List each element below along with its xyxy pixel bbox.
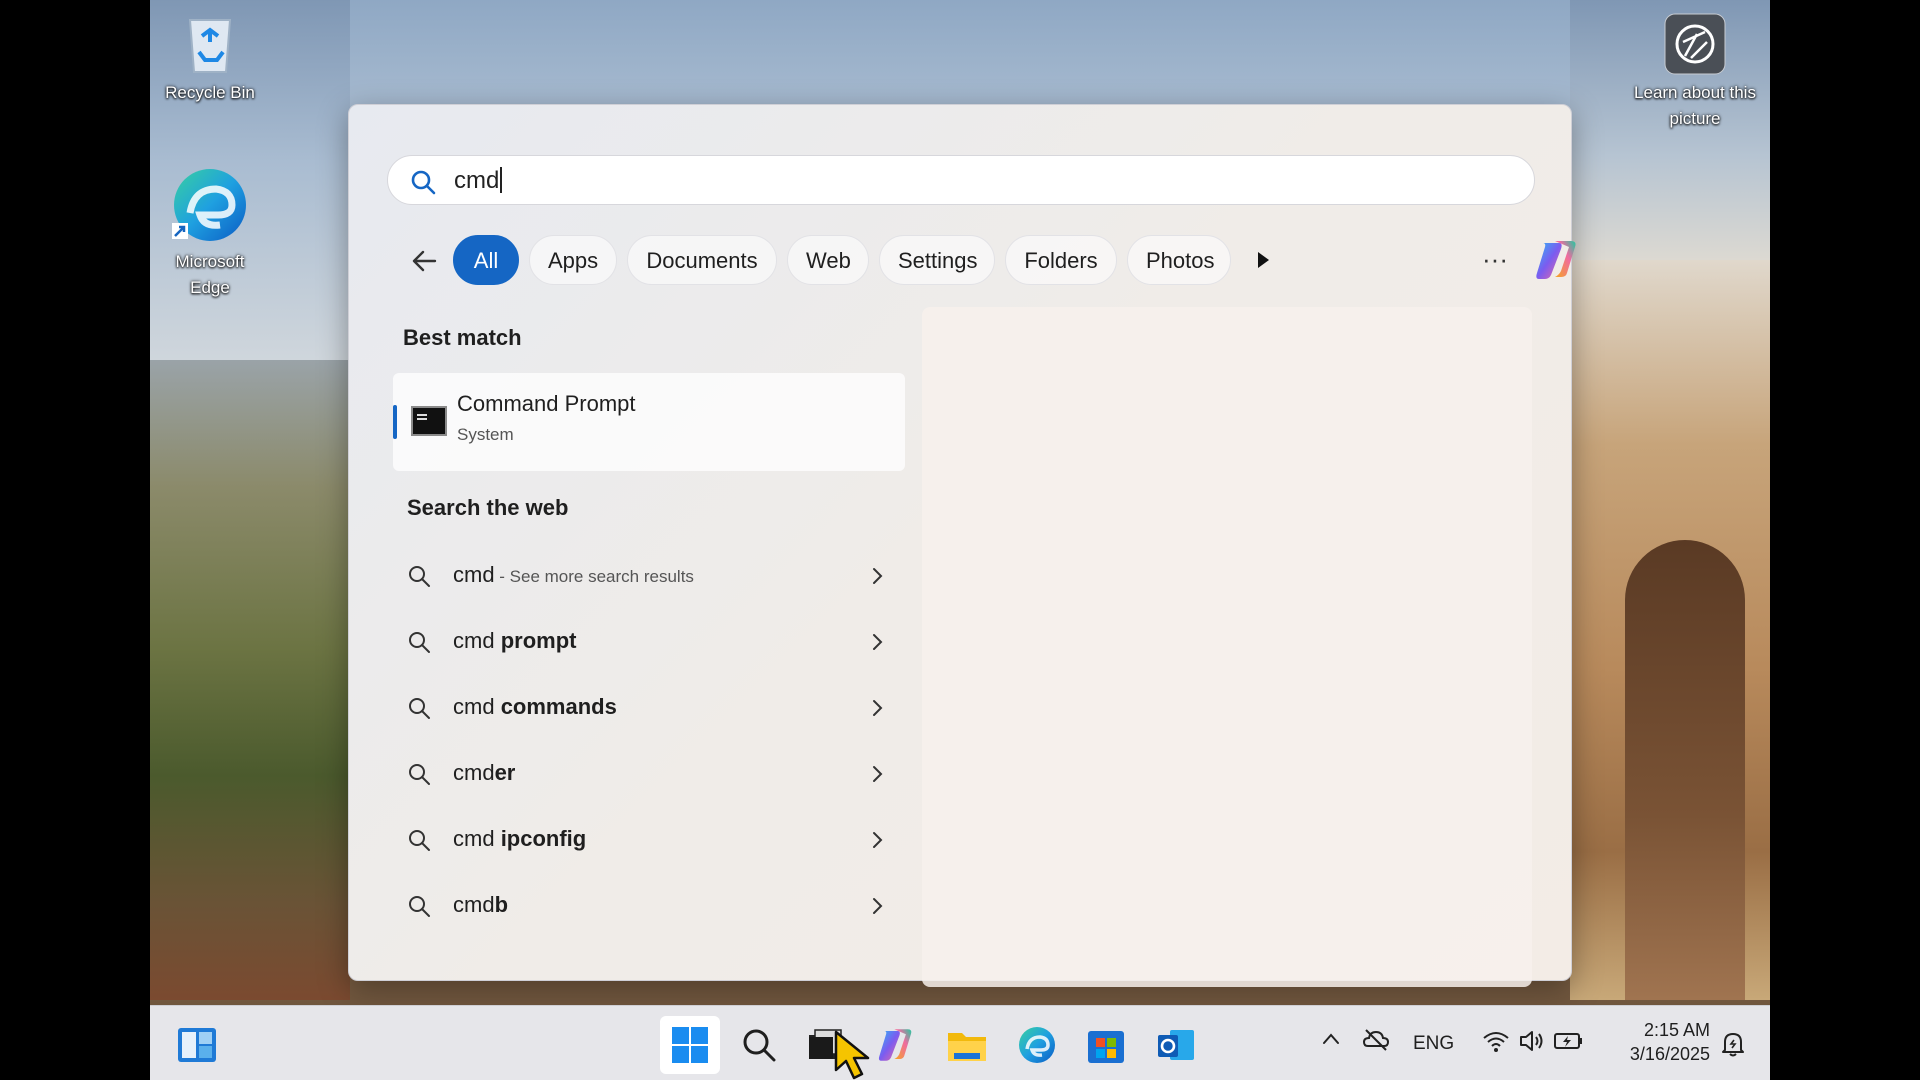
language-indicator[interactable]: ENG [1413, 1033, 1454, 1055]
search-icon [409, 566, 430, 587]
search-icon [409, 764, 430, 785]
filter-apps[interactable]: Apps [529, 235, 617, 285]
camera-lens-icon [1664, 13, 1726, 75]
wallpaper-landscape-left [150, 360, 350, 1000]
web-result-item[interactable]: cmd ipconfig [407, 816, 907, 864]
windows-logo-icon [672, 1027, 708, 1063]
volume-icon[interactable] [1518, 1028, 1546, 1054]
filter-photos[interactable]: Photos [1127, 235, 1231, 285]
web-result-label: cmd commands [453, 694, 617, 719]
microsoft-store-icon [1088, 1031, 1124, 1063]
search-query[interactable]: cmd [454, 167, 503, 195]
clock-date: 3/16/2025 [1629, 1044, 1710, 1064]
taskbar-search-button[interactable] [734, 1020, 784, 1070]
notification-bell-icon[interactable] [1720, 1030, 1746, 1058]
selection-indicator [393, 405, 397, 439]
web-result-label: cmd - See more search results [453, 562, 694, 587]
chevron-right-icon [873, 766, 883, 782]
outlook-icon [1158, 1030, 1194, 1060]
filter-web[interactable]: Web [787, 235, 869, 285]
preview-pane [922, 307, 1532, 987]
outlook-button[interactable] [1151, 1020, 1201, 1070]
wifi-icon[interactable] [1482, 1028, 1510, 1054]
widgets-button[interactable] [172, 1020, 222, 1070]
widgets-icon [178, 1028, 216, 1062]
search-icon [743, 1029, 776, 1062]
edge-desktop-label: Microsoft Edge [175, 252, 245, 297]
search-icon [409, 698, 430, 719]
chevron-right-icon [873, 700, 883, 716]
edge-desktop-icon[interactable]: Microsoft Edge [155, 165, 265, 301]
edge-icon [172, 169, 246, 241]
text-caret [500, 167, 503, 193]
web-result-label: cmdb [453, 892, 509, 917]
desktop: Recycle Bin Microsoft Edge Learn about t… [150, 0, 1770, 1080]
best-match-name: Command Prompt [457, 391, 636, 416]
start-search-panel: cmd All Apps Documents Web Settings Fold… [348, 104, 1576, 987]
web-result-item[interactable]: cmdb [407, 882, 907, 930]
clock[interactable]: 2:15 AM 3/16/2025 [1610, 1018, 1710, 1066]
wallpaper-arch [1625, 540, 1745, 1000]
web-result-item[interactable]: cmd - See more search results [407, 552, 907, 600]
filter-documents[interactable]: Documents [627, 235, 777, 285]
search-icon [411, 170, 436, 195]
mouse-cursor-icon [834, 1030, 870, 1080]
filter-bar: All Apps Documents Web Settings Folders … [405, 235, 1576, 285]
recycle-bin-label: Recycle Bin [165, 83, 255, 102]
web-result-item[interactable]: cmder [407, 750, 907, 798]
command-prompt-icon [411, 406, 447, 436]
folder-icon [948, 1033, 986, 1061]
learn-about-picture-label: Learn about this picture [1634, 83, 1756, 128]
clock-time: 2:15 AM [1643, 1020, 1710, 1040]
onedrive-offline-icon[interactable] [1362, 1026, 1390, 1054]
filter-settings[interactable]: Settings [879, 235, 995, 285]
best-match-heading: Best match [403, 325, 522, 350]
best-match-subtitle: System [457, 425, 514, 444]
taskbar: ENG 2:15 AM 3/16/2025 [150, 1005, 1770, 1080]
web-result-label: cmd ipconfig [453, 826, 587, 851]
web-result-label: cmder [453, 760, 516, 785]
filter-all[interactable]: All [453, 235, 519, 285]
more-filters-play-icon[interactable] [1253, 250, 1273, 270]
search-icon [409, 632, 430, 653]
chevron-right-icon [873, 568, 883, 584]
recycle-bin-icon [188, 19, 232, 73]
filter-folders[interactable]: Folders [1005, 235, 1117, 285]
edge-icon [1019, 1027, 1055, 1063]
copilot-icon[interactable] [1533, 237, 1581, 283]
best-match-result[interactable]: Command Prompt System [393, 373, 905, 471]
more-options-button[interactable]: ··· [1475, 241, 1515, 281]
back-arrow-icon[interactable] [405, 241, 445, 281]
chevron-right-icon [873, 898, 883, 914]
start-button[interactable] [665, 1020, 715, 1070]
web-result-item[interactable]: cmd commands [407, 684, 907, 732]
search-web-heading: Search the web [407, 495, 569, 520]
search-icon [409, 896, 430, 917]
battery-charging-icon[interactable] [1554, 1030, 1584, 1052]
web-result-label: cmd prompt [453, 628, 577, 653]
search-input[interactable]: cmd [387, 155, 1535, 205]
chevron-right-icon [873, 634, 883, 650]
search-icon [409, 830, 430, 851]
chevron-right-icon [873, 832, 883, 848]
edge-taskbar-button[interactable] [1012, 1020, 1062, 1070]
recycle-bin-desktop-icon[interactable]: Recycle Bin [155, 14, 265, 106]
web-result-item[interactable]: cmd prompt [407, 618, 907, 666]
file-explorer-button[interactable] [942, 1020, 992, 1070]
chevron-up-icon[interactable] [1320, 1028, 1342, 1050]
learn-about-picture-desktop-icon[interactable]: Learn about this picture [1625, 12, 1765, 132]
store-button[interactable] [1081, 1020, 1131, 1070]
